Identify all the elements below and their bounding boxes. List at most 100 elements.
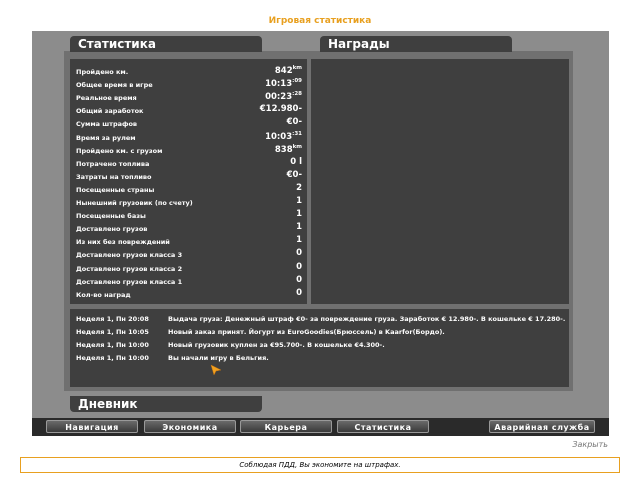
stat-label: Сумма штрафов: [76, 120, 138, 129]
nav-button-navigation[interactable]: Навигация: [46, 420, 138, 433]
tab-awards[interactable]: Награды: [320, 36, 512, 52]
diary-panel: Неделя 1, Пн 20:08 Выдача груза: Денежный…: [70, 309, 569, 387]
stat-label: Время за рулем: [76, 133, 136, 142]
stat-label: Посещенные страны: [76, 185, 155, 194]
stat-value-main: €0-: [286, 169, 302, 180]
stat-value-main: 1: [296, 235, 302, 246]
stat-label: Доставлено грузов класса 3: [76, 251, 183, 260]
stat-row: Потрачено топлива 0 l: [76, 157, 302, 170]
tip-text: Соблюдая ПДД, Вы экономите на штрафах.: [239, 461, 401, 469]
stat-row: Затраты на топливо €0-: [76, 170, 302, 183]
diary-text: Новый заказ принят. Йогурт из EuroGoodie…: [168, 328, 445, 336]
stat-row: Посещенные страны 2: [76, 183, 302, 196]
nav-button-career[interactable]: Карьера: [240, 420, 332, 433]
stat-label: Затраты на топливо: [76, 172, 152, 181]
stat-value: 0: [296, 262, 302, 272]
stat-value: 0 l: [290, 157, 302, 167]
stat-value-suffix: :09: [292, 78, 302, 85]
diary-date: Неделя 1, Пн 10:00: [76, 354, 149, 362]
stat-value-main: €0-: [286, 117, 302, 128]
stat-value-suffix: km: [292, 65, 302, 71]
stat-value-main: 0: [296, 261, 302, 272]
stat-value: 1: [296, 196, 302, 206]
stat-value-main: 1: [296, 222, 302, 233]
stat-row: Кол-во наград 0: [76, 288, 302, 301]
stat-value-main: 00:23: [265, 92, 293, 103]
stat-value: €0-: [287, 170, 302, 180]
stat-value-main: 1: [296, 196, 302, 206]
stat-row: Из них без повреждений 1: [76, 235, 302, 248]
stat-value-main: 0 l: [290, 156, 302, 167]
stat-value-suffix: :31: [292, 130, 302, 137]
stat-value-main: 10:03: [265, 131, 293, 142]
stat-row: Сумма штрафов €0-: [76, 117, 302, 130]
stat-value-main: 0: [296, 274, 302, 285]
stat-value: 10:13:09: [265, 78, 302, 89]
stat-value: 1: [296, 209, 302, 219]
stat-value: 00:23:28: [265, 91, 302, 102]
stat-value-main: 838: [274, 144, 293, 155]
bottom-navigation: Навигация Экономика Карьера Статистика А…: [32, 418, 609, 436]
stat-row: Посещенные базы 1: [76, 209, 302, 222]
stat-value-main: 0: [296, 248, 302, 259]
mouse-cursor-icon: [210, 364, 222, 376]
stat-label: Нынешний грузовик (по счету): [76, 199, 193, 207]
diary-date: Неделя 1, Пн 20:08: [76, 315, 149, 323]
stat-value: 2: [296, 183, 302, 193]
stat-label: Доставлено грузов: [76, 225, 148, 234]
statistics-frame: Статистика Награды Пройдено км. 842km Обще…: [32, 31, 609, 418]
nav-button-statistics[interactable]: Статистика: [337, 420, 429, 433]
stat-value: 1: [296, 235, 302, 245]
stat-label: Из них без повреждений: [76, 238, 170, 247]
stat-value-main: 0: [296, 287, 302, 298]
stat-row: Доставлено грузов класса 3 0: [76, 248, 302, 261]
diary-text: Вы начали игру в Бельгия.: [168, 354, 269, 362]
stats-panel: Пройдено км. 842km Общее время в игре 10:13…: [70, 59, 307, 304]
stat-label: Общий заработок: [76, 107, 144, 116]
stat-value: 838km: [275, 144, 302, 155]
tab-statistics[interactable]: Статистика: [70, 36, 262, 52]
emergency-service-button[interactable]: Аварийная служба: [489, 420, 595, 433]
stat-label: Доставлено грузов класса 1: [76, 277, 183, 286]
stat-row: Пройдено км. 842km: [76, 65, 302, 78]
awards-panel: [311, 59, 569, 304]
diary-date: Неделя 1, Пн 10:05: [76, 328, 149, 336]
diary-text: Новый грузовик куплен за €95.700-. В кош…: [168, 341, 385, 349]
stat-label: Пройдено км.: [76, 68, 129, 76]
stat-value: €12.980-: [260, 104, 302, 114]
diary-date: Неделя 1, Пн 10:00: [76, 341, 149, 349]
stat-row: Время за рулем 10:03:31: [76, 131, 302, 144]
tip-bar: Соблюдая ПДД, Вы экономите на штрафах.: [20, 457, 620, 473]
stat-row: Реальное время 00:23:28: [76, 91, 302, 104]
stat-row: Общее время в игре 10:13:09: [76, 78, 302, 91]
stat-value: €0-: [287, 117, 302, 127]
stat-value: 1: [296, 222, 302, 232]
stat-value: 10:03:31: [265, 131, 302, 142]
window-title: Игровая статистика: [268, 16, 372, 26]
stat-label: Пройдено км. с грузом: [76, 146, 163, 155]
stat-label: Кол-во наград: [76, 290, 131, 299]
stat-value-main: €12.980-: [259, 104, 302, 115]
stat-value: 0: [296, 275, 302, 285]
stat-label: Потрачено топлива: [76, 159, 150, 168]
stat-value-suffix: :28: [292, 91, 302, 98]
stat-value-main: 2: [296, 182, 302, 193]
stat-row: Пройдено км. с грузом 838km: [76, 144, 302, 157]
stat-value: 0: [296, 288, 302, 298]
stat-row: Доставлено грузов класса 2 0: [76, 262, 302, 275]
stat-label: Реальное время: [76, 94, 137, 103]
tab-diary[interactable]: Дневник: [70, 396, 262, 412]
stat-value-main: 842: [274, 66, 293, 76]
stat-label: Общее время в игре: [76, 81, 153, 90]
stat-value-main: 1: [296, 209, 302, 220]
stat-label: Посещенные базы: [76, 212, 146, 221]
stat-row: Доставлено грузов класса 1 0: [76, 275, 302, 288]
diary-text: Выдача груза: Денежный штраф €0- за повр…: [168, 315, 566, 323]
stat-row: Общий заработок €12.980-: [76, 104, 302, 117]
close-link[interactable]: Закрыть: [572, 440, 608, 449]
stat-value-main: 10:13: [265, 79, 293, 90]
stat-label: Доставлено грузов класса 2: [76, 264, 183, 273]
nav-button-economy[interactable]: Экономика: [144, 420, 236, 433]
stat-row: Нынешний грузовик (по счету) 1: [76, 196, 302, 209]
stat-value: 0: [296, 248, 302, 258]
